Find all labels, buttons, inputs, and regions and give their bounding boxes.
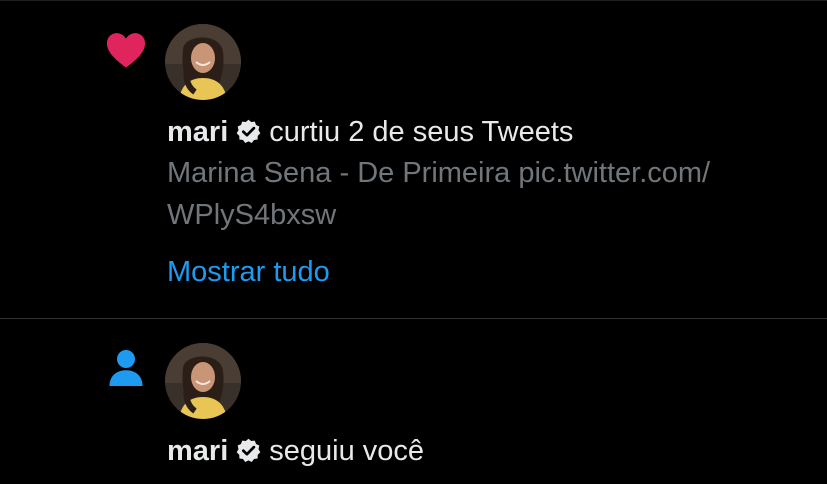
- avatar[interactable]: [165, 24, 241, 100]
- notification-like[interactable]: mari curtiu 2 de seus Tweets Marina Sena…: [0, 0, 827, 318]
- verified-badge-icon: [236, 119, 261, 143]
- heart-icon: [106, 33, 146, 68]
- person-icon: [109, 350, 143, 386]
- avatar[interactable]: [165, 343, 241, 419]
- username[interactable]: mari: [167, 116, 228, 148]
- notification-header: mari curtiu 2 de seus Tweets: [167, 115, 573, 149]
- verified-badge-icon: [236, 438, 261, 462]
- tweet-preview-line-2[interactable]: WPlyS4bxsw: [167, 198, 336, 232]
- notification-header: mari seguiu você: [167, 434, 424, 468]
- show-all-link[interactable]: Mostrar tudo: [167, 255, 330, 289]
- username[interactable]: mari: [167, 435, 228, 467]
- action-text: curtiu 2 de seus Tweets: [269, 116, 574, 148]
- tweet-preview-line-1[interactable]: Marina Sena - De Primeira pic.twitter.co…: [167, 156, 710, 190]
- action-text: seguiu você: [269, 435, 425, 467]
